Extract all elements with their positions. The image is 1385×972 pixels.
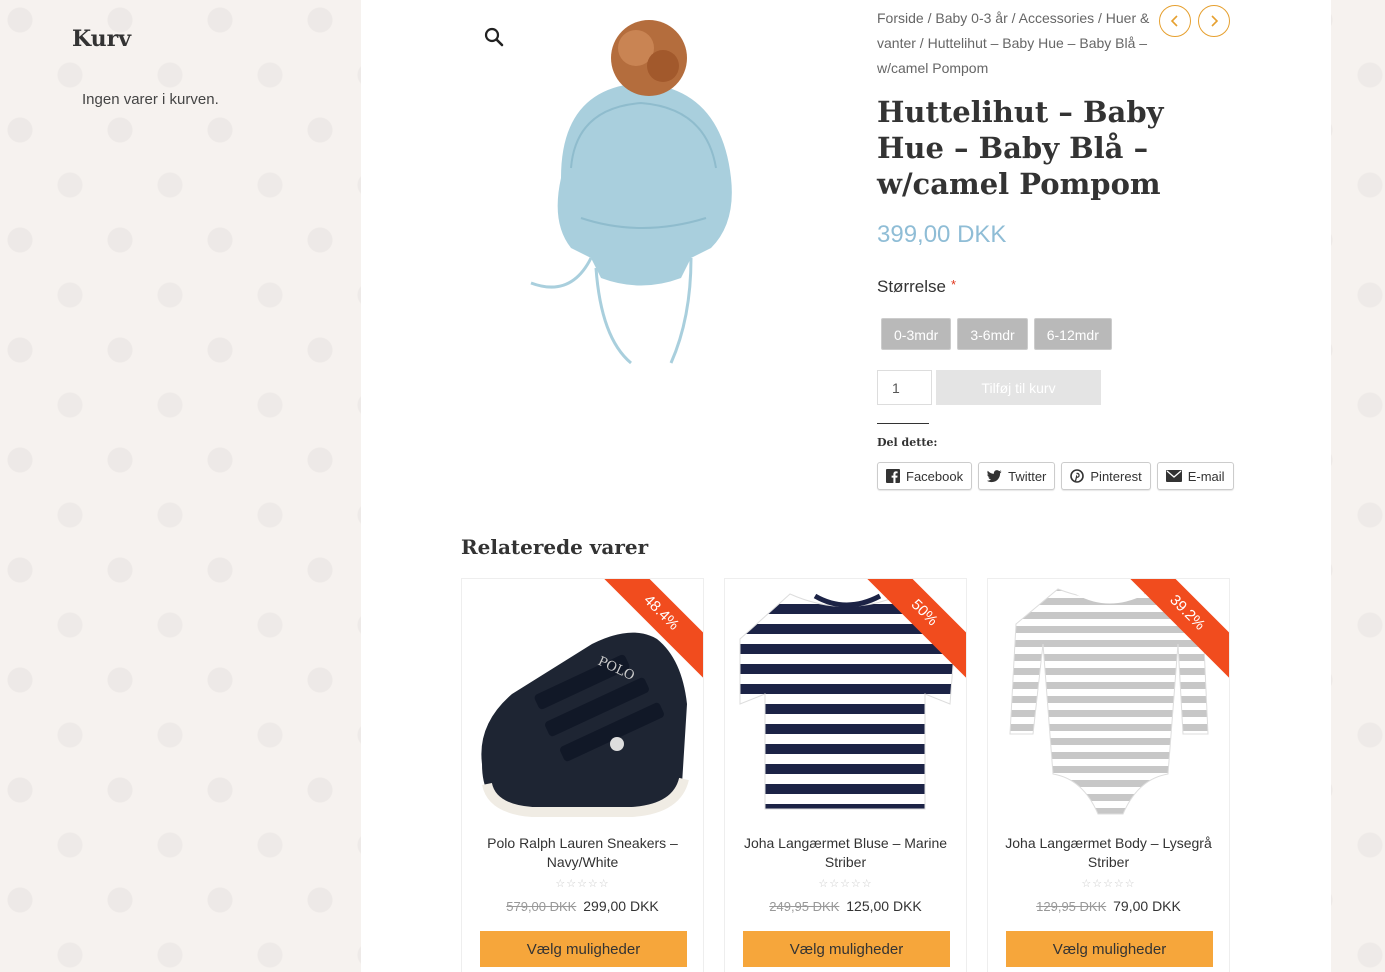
size-options: 0-3mdr 3-6mdr 6-12mdr — [881, 318, 1112, 350]
pinterest-icon — [1070, 469, 1085, 483]
product-name[interactable]: Polo Ralph Lauren Sneakers – Navy/White — [462, 834, 703, 872]
sale-price: 299,00 DKK — [583, 898, 659, 914]
select-options-button[interactable]: Vælg muligheder — [480, 931, 687, 967]
product-price: 129,95 DKK 79,00 DKK — [988, 898, 1229, 914]
size-option-3-6mdr[interactable]: 3-6mdr — [957, 318, 1028, 350]
product-price: 399,00 DKK — [877, 221, 1007, 248]
facebook-icon — [886, 469, 900, 483]
required-mark: * — [950, 277, 957, 292]
product-name[interactable]: Joha Langærmet Bluse – Marine Striber — [725, 834, 966, 872]
add-to-cart-button[interactable]: Tilføj til kurv — [936, 370, 1101, 405]
cart-empty-message: Ingen varer i kurven. — [82, 91, 219, 108]
size-option-6-12mdr[interactable]: 6-12mdr — [1033, 318, 1112, 350]
zoom-icon[interactable] — [483, 26, 505, 48]
share-twitter-button[interactable]: Twitter — [978, 462, 1056, 490]
related-products-title: Relaterede varer — [461, 535, 649, 559]
breadcrumb-link-accessories[interactable]: Accessories — [1019, 10, 1094, 26]
sale-price: 125,00 DKK — [846, 898, 922, 914]
old-price: 129,95 DKK — [1036, 899, 1107, 914]
product-price: 249,95 DKK 125,00 DKK — [725, 898, 966, 914]
size-label: Størrelse * — [877, 277, 957, 296]
star-rating-icon: ☆☆☆☆☆ — [555, 878, 610, 890]
share-label: Del dette: — [877, 436, 938, 449]
chevron-right-icon — [1211, 15, 1219, 27]
quantity-input[interactable] — [877, 370, 932, 405]
product-navigation — [1159, 5, 1230, 37]
size-option-0-3mdr[interactable]: 0-3mdr — [881, 318, 952, 350]
divider — [877, 423, 929, 424]
product-price: 579,00 DKK 299,00 DKK — [462, 898, 703, 914]
sidebar: Kurv Ingen varer i kurven. — [0, 0, 361, 972]
share-email-button[interactable]: E-mail — [1156, 462, 1234, 490]
share-buttons: Facebook Twitter Pinterest E-mail — [877, 462, 1234, 490]
previous-product-button[interactable] — [1159, 5, 1191, 37]
cart-widget-title: Kurv — [72, 26, 132, 52]
chevron-left-icon — [1170, 15, 1178, 27]
star-rating-icon: ☆☆☆☆☆ — [1081, 878, 1136, 890]
product-title: Huttelihut – Baby Hue – Baby Blå – w/cam… — [877, 95, 1164, 201]
sale-price: 79,00 DKK — [1113, 898, 1181, 914]
main-content: Forside / Baby 0-3 år / Accessories / Hu… — [361, 0, 1331, 972]
product-card: 50% Joha Langærmet Bluse – Marine Stribe… — [724, 578, 967, 972]
star-rating-icon: ☆☆☆☆☆ — [818, 878, 873, 890]
product-card: POLO 48.4% Polo Ralph Lauren Sneakers – … — [461, 578, 704, 972]
old-price: 249,95 DKK — [769, 899, 840, 914]
select-options-button[interactable]: Vælg muligheder — [1006, 931, 1213, 967]
share-pinterest-button[interactable]: Pinterest — [1061, 462, 1151, 490]
share-facebook-button[interactable]: Facebook — [877, 462, 973, 490]
email-icon — [1165, 470, 1182, 482]
old-price: 579,00 DKK — [506, 899, 577, 914]
breadcrumb-link-baby[interactable]: Baby 0-3 år — [935, 10, 1007, 26]
product-card: 39.2% Joha Langærmet Body – Lysegrå Stri… — [987, 578, 1230, 972]
next-product-button[interactable] — [1198, 5, 1230, 37]
breadcrumb: Forside / Baby 0-3 år / Accessories / Hu… — [877, 10, 1150, 76]
product-name[interactable]: Joha Langærmet Body – Lysegrå Striber — [988, 834, 1229, 872]
product-image[interactable] — [521, 18, 761, 373]
breadcrumb-link-home[interactable]: Forside — [877, 10, 924, 26]
select-options-button[interactable]: Vælg muligheder — [743, 931, 950, 967]
twitter-icon — [987, 469, 1002, 482]
related-products-list: POLO 48.4% Polo Ralph Lauren Sneakers – … — [461, 578, 1230, 972]
